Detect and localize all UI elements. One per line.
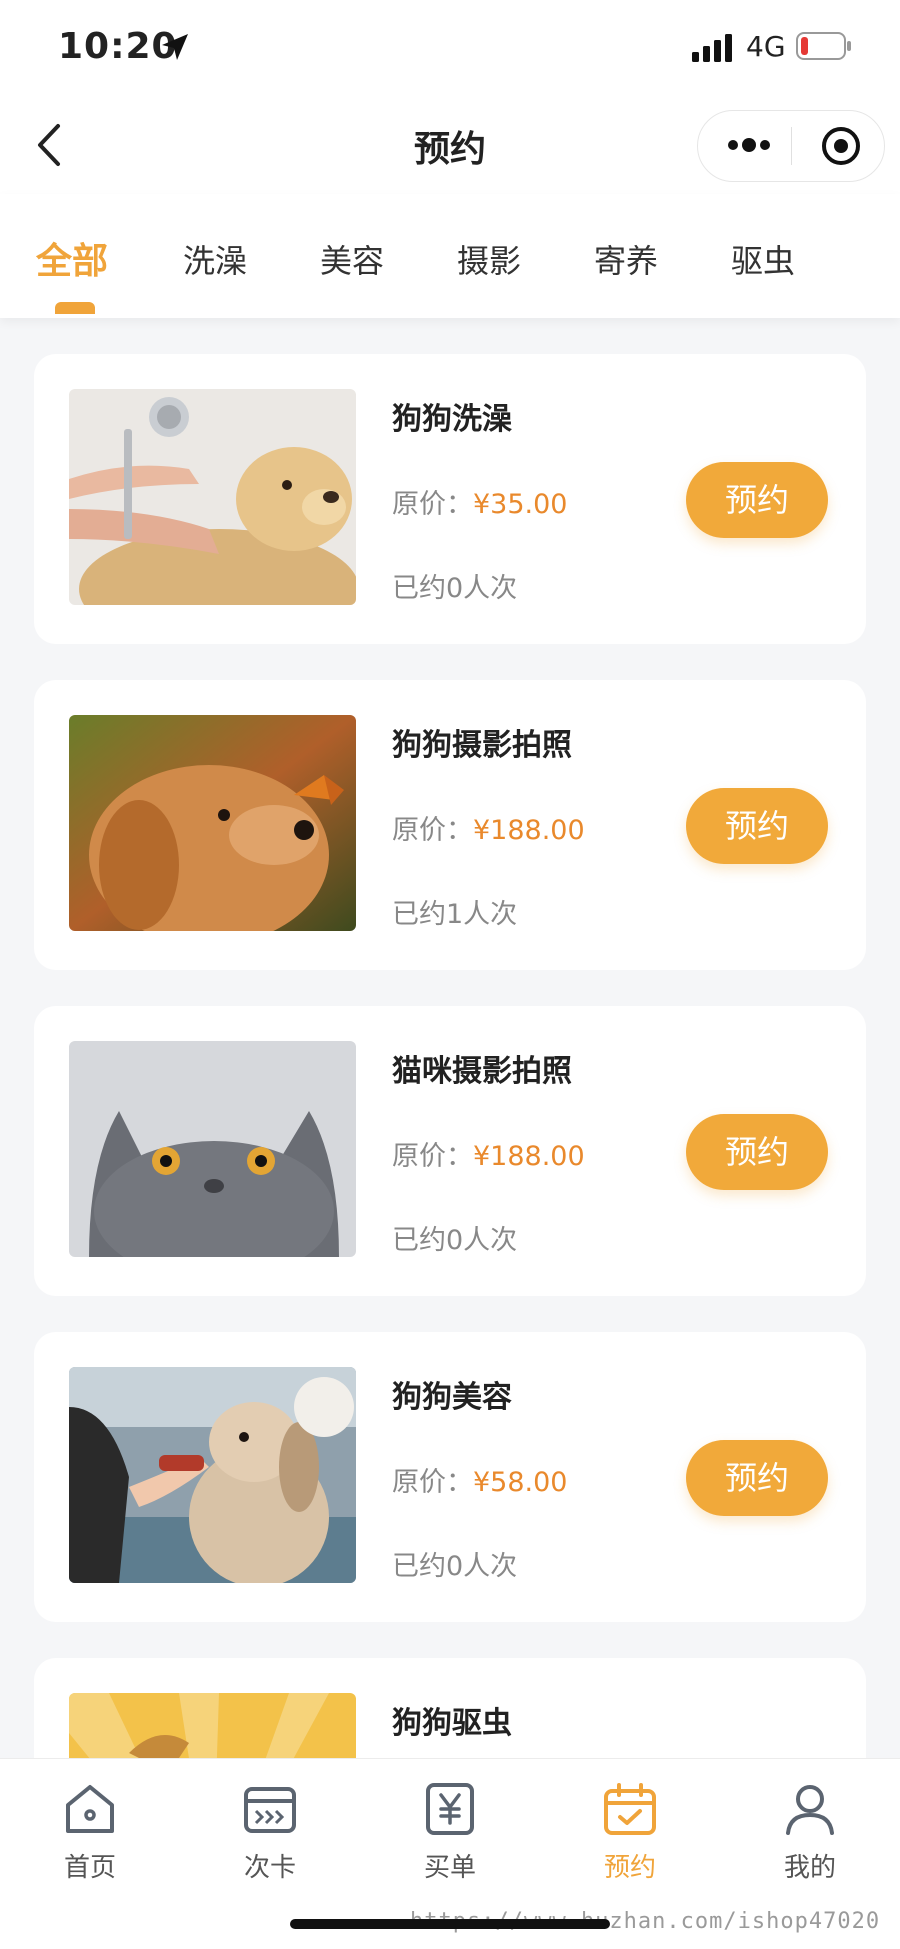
pay-icon [426, 1783, 474, 1835]
miniprogram-capsule [697, 110, 885, 182]
signal-icon [692, 34, 732, 62]
tab-deworming[interactable]: 驱虫 [731, 236, 795, 282]
service-name: 狗狗洗澡 [392, 402, 512, 437]
price-value: ¥188.00 [473, 815, 585, 846]
booked-count: 已约0人次 [392, 1225, 518, 1256]
tabbar-pay[interactable]: 买单 [360, 1759, 540, 1889]
service-name: 猫咪摄影拍照 [392, 1054, 572, 1089]
service-name: 狗狗美容 [392, 1380, 512, 1415]
tab-photography[interactable]: 摄影 [457, 236, 521, 282]
tabbar-label: 我的 [783, 1853, 836, 1883]
service-card[interactable]: 猫咪摄影拍照 原价：¥188.00 已约0人次 预约 [34, 1006, 866, 1296]
dog-grooming-image [69, 1367, 356, 1583]
dog-photo-image [69, 715, 356, 931]
capsule-divider [791, 127, 792, 165]
book-button[interactable]: 预约 [686, 788, 828, 864]
card-icon [244, 1787, 296, 1833]
tab-bath[interactable]: 洗澡 [183, 236, 247, 282]
tabbar-label: 买单 [423, 1853, 476, 1883]
book-button[interactable]: 预约 [686, 462, 828, 538]
price-value: ¥35.00 [473, 489, 568, 520]
tabbar-label: 首页 [63, 1853, 116, 1883]
calendar-icon [604, 1783, 656, 1835]
active-tab-indicator [55, 302, 95, 314]
service-name: 狗狗摄影拍照 [392, 728, 572, 763]
booked-count: 已约0人次 [392, 1551, 518, 1582]
tab-all[interactable]: 全部 [36, 232, 108, 284]
network-type: 4G [746, 30, 786, 63]
service-card[interactable]: 狗狗洗澡 原价：¥35.00 已约0人次 预约 [34, 354, 866, 644]
category-tabs: 全部 洗澡 美容 摄影 寄养 驱虫 [0, 194, 900, 318]
tab-grooming[interactable]: 美容 [320, 236, 384, 282]
battery-icon [796, 32, 851, 60]
price-row: 原价：¥58.00 [392, 1460, 567, 1499]
tabbar-label: 预约 [603, 1853, 656, 1883]
close-miniprogram-icon[interactable] [820, 125, 862, 167]
location-arrow-icon [162, 34, 188, 60]
tab-boarding[interactable]: 寄养 [594, 236, 658, 282]
price-value: ¥188.00 [473, 1141, 585, 1172]
price-label: 原价： [392, 489, 473, 520]
service-card[interactable]: 狗狗摄影拍照 原价：¥188.00 已约1人次 预约 [34, 680, 866, 970]
price-label: 原价： [392, 1141, 473, 1172]
service-name: 狗狗驱虫 [392, 1706, 512, 1741]
bottom-tab-bar: 首页 次卡 买单 预约 我的 https://www.huzhan.com/is… [0, 1758, 900, 1949]
booked-count: 已约0人次 [392, 573, 518, 604]
dog-bath-image [69, 389, 356, 605]
tabbar-booking[interactable]: 预约 [540, 1759, 720, 1889]
user-icon [786, 1785, 834, 1835]
price-row: 原价：¥188.00 [392, 1134, 585, 1173]
service-card[interactable]: 狗狗美容 原价：¥58.00 已约0人次 预约 [34, 1332, 866, 1622]
booked-count: 已约1人次 [392, 899, 518, 930]
tabbar-profile[interactable]: 我的 [720, 1759, 900, 1889]
tabbar-label: 次卡 [243, 1853, 296, 1883]
tabbar-home[interactable]: 首页 [0, 1759, 180, 1889]
price-row: 原价：¥188.00 [392, 808, 585, 847]
nav-bar: 预约 [0, 98, 900, 194]
home-indicator [290, 1919, 610, 1929]
status-bar: 10:20 4G [0, 0, 900, 98]
price-value: ¥58.00 [473, 1467, 568, 1498]
price-row: 原价：¥35.00 [392, 482, 567, 521]
book-button[interactable]: 预约 [686, 1114, 828, 1190]
more-icon[interactable] [726, 133, 772, 157]
tabbar-card[interactable]: 次卡 [180, 1759, 360, 1889]
home-icon [66, 1785, 114, 1833]
book-button[interactable]: 预约 [686, 1440, 828, 1516]
price-label: 原价： [392, 815, 473, 846]
cat-photo-image [69, 1041, 356, 1257]
price-label: 原价： [392, 1467, 473, 1498]
